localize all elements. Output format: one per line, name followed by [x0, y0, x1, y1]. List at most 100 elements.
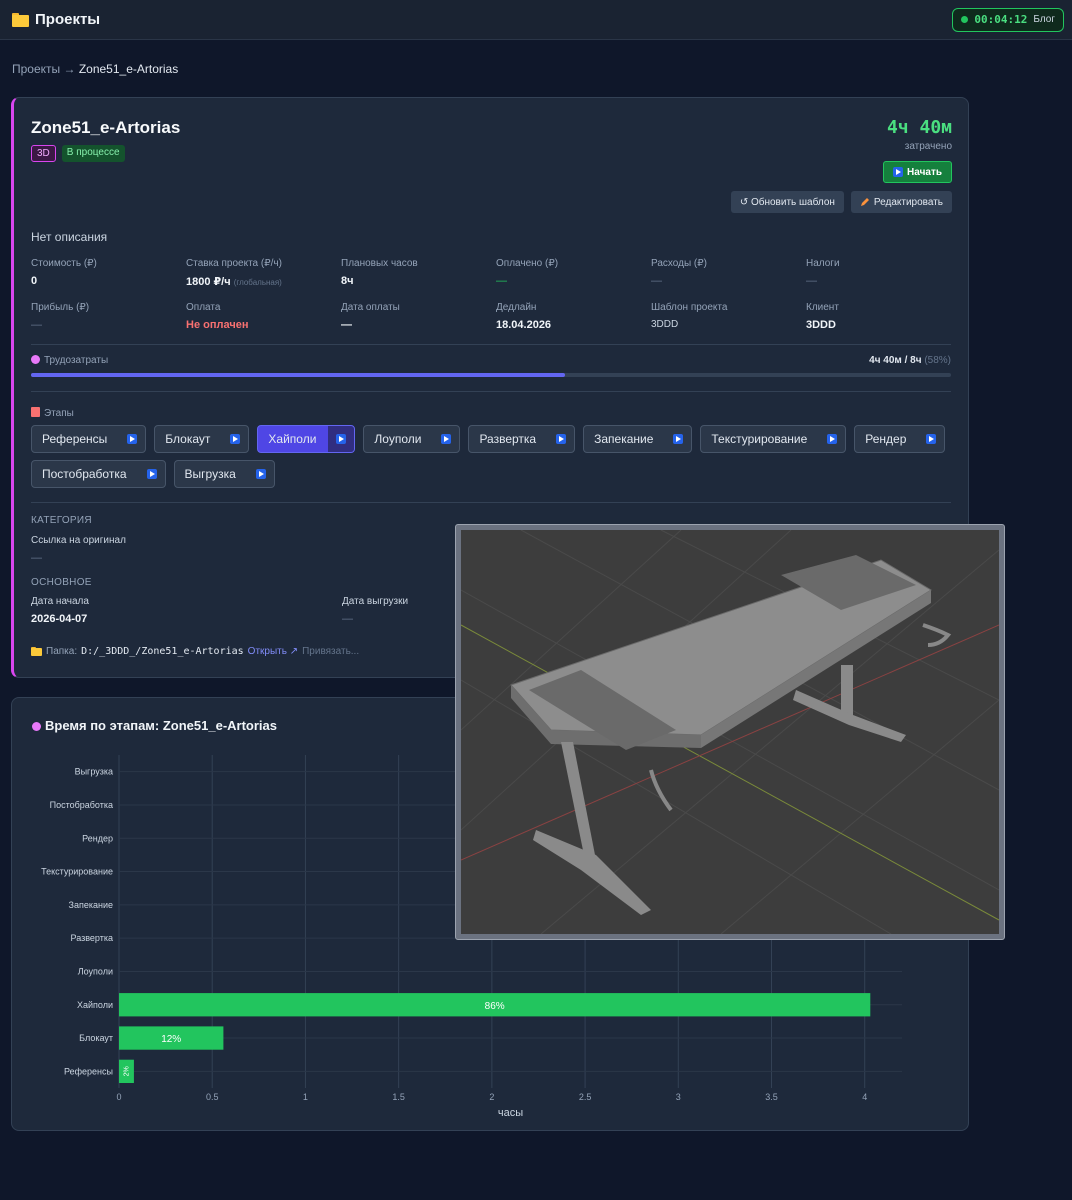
- top-bar: Проекты 00:04:12 Блог: [0, 0, 1072, 40]
- timer-label: Блог: [1033, 14, 1055, 25]
- status-badge: В процессе: [61, 145, 125, 162]
- stage-chip[interactable]: Развертка: [468, 425, 576, 453]
- rate-note: (глобальная): [233, 278, 282, 287]
- x-tick-label: 1.5: [392, 1092, 405, 1102]
- y-tick-label: Развертка: [71, 933, 114, 943]
- y-tick-label: Хайполи: [77, 1000, 113, 1010]
- main-section-title: ОСНОВНОЕ: [31, 577, 92, 588]
- stage-chip[interactable]: Запекание: [583, 425, 693, 453]
- stat-label: Клиент: [806, 302, 839, 313]
- edit-button[interactable]: Редактировать: [850, 191, 952, 213]
- stat-profit: Прибыль (₽) —: [31, 302, 181, 331]
- update-template-button[interactable]: ↺ Обновить шаблон: [730, 191, 844, 213]
- start-button[interactable]: Начать: [883, 161, 952, 183]
- stat-expenses: Расходы (₽) —: [651, 258, 801, 287]
- folder-icon: [12, 12, 29, 27]
- stat-label: Плановых часов: [341, 258, 418, 269]
- stage-play-button[interactable]: [819, 426, 845, 452]
- stage-play-button[interactable]: [328, 426, 355, 452]
- image-preview-popup[interactable]: [455, 524, 1005, 940]
- y-tick-label: Выгрузка: [75, 767, 113, 777]
- y-tick-label: Блокаут: [79, 1033, 113, 1043]
- stat-label: Оплата: [186, 302, 221, 313]
- clipboard-icon: [31, 407, 40, 417]
- original-link-label: Ссылка на оригинал: [31, 535, 126, 546]
- play-icon: [673, 434, 684, 444]
- stat-value: Не оплачен: [186, 319, 249, 331]
- start-button-label: Начать: [907, 166, 942, 178]
- time-spent: 4ч 40м затрачено: [887, 117, 952, 152]
- stat-label: Прибыль (₽): [31, 302, 90, 313]
- stat-deadline: Дедлайн 18.04.2026: [496, 302, 646, 331]
- bar-data-label: 2%: [123, 1066, 130, 1076]
- stat-payment-date: Дата оплаты —: [341, 302, 491, 331]
- stat-value: —: [31, 319, 42, 331]
- upload-date-label: Дата выгрузки: [342, 596, 409, 607]
- divider: [31, 344, 951, 345]
- stage-name: Лоуполи: [374, 432, 422, 446]
- bar-data-label: 12%: [161, 1034, 181, 1045]
- labor-progress-track: [31, 373, 951, 377]
- stage-play-button[interactable]: [665, 426, 691, 452]
- time-spent-label: затрачено: [904, 141, 952, 152]
- app-title: Проекты: [12, 11, 100, 28]
- stage-play-button[interactable]: [222, 426, 248, 452]
- action-buttons: ↺ Обновить шаблон Редактировать: [730, 191, 952, 213]
- timer-pill[interactable]: 00:04:12 Блог: [952, 7, 1064, 32]
- stage-play-button[interactable]: [248, 461, 274, 487]
- x-tick-label: 1: [303, 1092, 308, 1102]
- stage-chip[interactable]: Выгрузка: [173, 460, 275, 488]
- stat-value: 3DDD: [651, 319, 679, 330]
- bar-data-label: 86%: [485, 1001, 505, 1012]
- app-title-text: Проекты: [35, 11, 101, 28]
- stage-play-button[interactable]: [918, 426, 944, 452]
- alarm-clock-icon: [31, 355, 40, 364]
- breadcrumb-separator: →: [60, 62, 79, 76]
- bind-folder-link[interactable]: Привязать...: [302, 646, 359, 657]
- open-folder-link[interactable]: Открыть ↗: [248, 646, 298, 657]
- stage-play-button[interactable]: [433, 426, 459, 452]
- stage-chip[interactable]: Блокаут: [154, 425, 250, 453]
- stat-value: —: [341, 319, 352, 331]
- x-tick-label: 3.5: [765, 1092, 778, 1102]
- breadcrumb-current: Zone51_e-Artorias: [78, 62, 179, 76]
- stage-play-button[interactable]: [548, 426, 574, 452]
- stat-rate: Ставка проекта (₽/ч) 1800 ₽/ч (глобальна…: [186, 258, 336, 288]
- stage-name: Выгрузка: [184, 467, 236, 481]
- stage-name: Рендер: [865, 432, 907, 446]
- desk-render-image: [461, 530, 999, 934]
- play-icon: [336, 434, 347, 444]
- stage-play-button[interactable]: [119, 426, 145, 452]
- stat-label: Дедлайн: [496, 302, 537, 313]
- stage-chip[interactable]: Текстурирование: [700, 425, 847, 453]
- pencil-icon: [860, 198, 869, 206]
- folder-icon: [31, 647, 42, 656]
- start-date-value: 2026-04-07: [31, 613, 88, 625]
- folder-path: D:/_3DDD_/Zone51_e-Artorias: [81, 646, 244, 657]
- stat-label: Ставка проекта (₽/ч): [186, 258, 282, 269]
- stage-chip[interactable]: Постобработка: [31, 460, 166, 488]
- stage-name: Блокаут: [165, 432, 211, 446]
- stage-chip[interactable]: Референсы: [31, 425, 147, 453]
- stage-play-button[interactable]: [139, 461, 165, 487]
- stat-client: Клиент 3DDD: [806, 302, 956, 331]
- stat-value: 18.04.2026: [496, 319, 552, 331]
- stat-label: Налоги: [806, 258, 840, 269]
- time-spent-value: 4ч 40м: [886, 117, 952, 138]
- labor-label: Трудозатраты: [44, 355, 109, 366]
- start-date-label: Дата начала: [31, 596, 89, 607]
- stage-chip[interactable]: Хайполи: [257, 425, 356, 453]
- play-icon: [255, 469, 266, 479]
- upload-date-value: —: [342, 613, 353, 625]
- stage-name: Хайполи: [268, 432, 317, 446]
- x-tick-label: 0: [116, 1092, 121, 1102]
- original-link-value[interactable]: —: [31, 552, 42, 564]
- stage-chip[interactable]: Лоуполи: [363, 425, 461, 453]
- x-tick-label: 4: [862, 1092, 867, 1102]
- stages-heading: Этапы: [31, 407, 74, 419]
- breadcrumb-root[interactable]: Проекты: [12, 62, 60, 76]
- play-icon: [827, 434, 838, 444]
- stage-chip[interactable]: Рендер: [854, 425, 946, 453]
- divider: [31, 502, 951, 503]
- x-tick-label: 0.5: [206, 1092, 219, 1102]
